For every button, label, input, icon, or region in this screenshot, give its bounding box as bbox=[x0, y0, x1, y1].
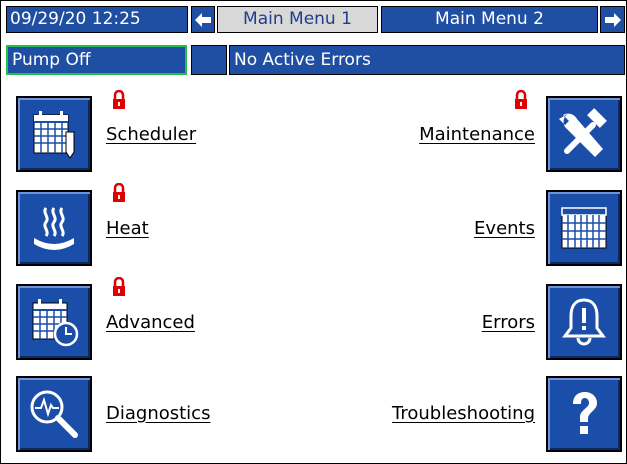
arrow-left-icon bbox=[195, 12, 211, 27]
calendar-pencil-icon bbox=[33, 111, 75, 159]
lock-icon bbox=[515, 90, 527, 109]
pump-status: Pump Off bbox=[6, 45, 187, 75]
diagnostics-link[interactable]: Diagnostics bbox=[106, 403, 210, 424]
arrow-right-icon bbox=[604, 12, 621, 27]
scheduler-link[interactable]: Scheduler bbox=[106, 124, 196, 145]
calendar-grid-icon bbox=[561, 207, 607, 249]
troubleshooting-link[interactable]: Troubleshooting bbox=[392, 403, 535, 424]
wrench-hammer-icon bbox=[559, 108, 607, 157]
errors-status: No Active Errors bbox=[229, 45, 625, 75]
errors-link[interactable]: Errors bbox=[482, 312, 535, 333]
magnifier-waveform-icon bbox=[30, 390, 78, 438]
heat-button[interactable] bbox=[16, 190, 92, 266]
next-menu-button[interactable] bbox=[600, 6, 625, 33]
maintenance-button[interactable] bbox=[546, 96, 622, 172]
datetime-display: 09/29/20 12:25 bbox=[6, 6, 188, 33]
errors-button[interactable] bbox=[546, 284, 622, 360]
calendar-clock-icon bbox=[32, 299, 79, 347]
advanced-button[interactable] bbox=[16, 284, 92, 360]
lock-icon bbox=[113, 183, 125, 202]
troubleshooting-button[interactable] bbox=[546, 376, 622, 452]
status-indicator bbox=[191, 45, 227, 75]
heat-icon bbox=[34, 207, 74, 250]
events-link[interactable]: Events bbox=[474, 218, 535, 239]
maintenance-link[interactable]: Maintenance bbox=[419, 124, 535, 145]
heat-link[interactable]: Heat bbox=[106, 218, 149, 239]
previous-menu-button[interactable] bbox=[191, 6, 215, 33]
question-icon bbox=[573, 392, 597, 434]
events-button[interactable] bbox=[546, 190, 622, 266]
bell-alert-icon bbox=[562, 298, 606, 346]
tab-main-menu-1[interactable]: Main Menu 1 bbox=[217, 6, 378, 33]
tab-main-menu-2[interactable]: Main Menu 2 bbox=[381, 6, 598, 33]
lock-icon bbox=[113, 277, 125, 296]
diagnostics-button[interactable] bbox=[16, 376, 92, 452]
scheduler-button[interactable] bbox=[16, 96, 92, 172]
lock-icon bbox=[113, 90, 125, 109]
advanced-link[interactable]: Advanced bbox=[106, 312, 195, 333]
